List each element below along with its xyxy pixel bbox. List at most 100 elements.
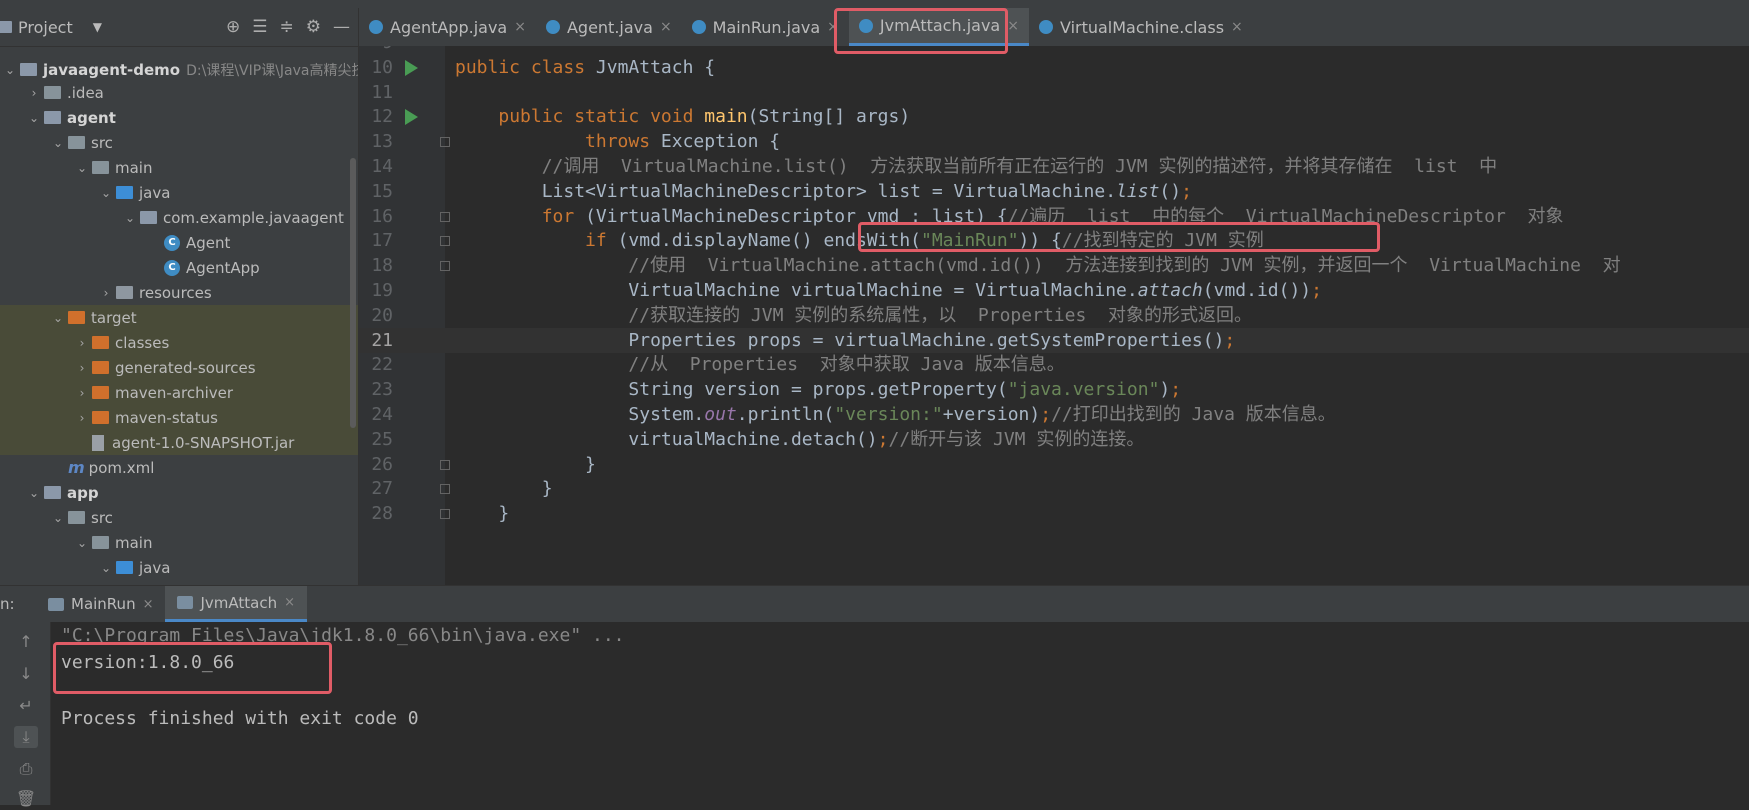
run-gutter-icon[interactable] — [405, 109, 418, 126]
run-config-icon — [48, 597, 64, 611]
chevron-down-icon[interactable]: ⌄ — [100, 186, 112, 200]
code-line[interactable]: 20 //获取连接的 JVM 实例的系统属性，以 Properties 对象的形… — [359, 303, 1749, 328]
fold-marker-icon[interactable] — [440, 236, 450, 247]
chevron-down-icon[interactable]: ⌄ — [52, 136, 64, 150]
code-line[interactable]: 27 } — [359, 476, 1749, 501]
minimize-icon[interactable]: — — [333, 17, 350, 37]
chevron-right-icon[interactable]: › — [100, 286, 112, 300]
chevron-right-icon[interactable]: › — [28, 86, 40, 100]
folder-icon — [92, 536, 109, 549]
code-line[interactable]: 26 } — [359, 452, 1749, 477]
tree-item[interactable]: C Agent — [0, 230, 230, 255]
code-line[interactable]: 24 System.out.println("version:"+version… — [359, 402, 1749, 427]
code-line[interactable]: 28 } — [359, 501, 1749, 526]
chevron-right-icon[interactable]: › — [76, 411, 88, 425]
tree-item[interactable]: › resources — [0, 280, 212, 305]
chevron-down-icon[interactable]: ⌄ — [52, 511, 64, 525]
code-line[interactable]: 15 List<VirtualMachineDescriptor> list =… — [359, 179, 1749, 204]
code-line[interactable]: 22 //从 Properties 对象中获取 Java 版本信息。 — [359, 352, 1749, 377]
fold-marker-icon[interactable] — [440, 261, 450, 272]
chevron-down-icon[interactable]: ⌄ — [4, 63, 16, 77]
run-console[interactable]: ↑ ↓ ↵ ⤓ ⎙ 🗑 "C:\Program Files\Java\jdk1.… — [0, 622, 1749, 808]
fold-marker-icon[interactable] — [440, 459, 450, 470]
code-line[interactable]: 19 VirtualMachine virtualMachine = Virtu… — [359, 278, 1749, 303]
project-scrollbar[interactable] — [350, 158, 356, 428]
tree-item[interactable]: C AgentApp — [0, 255, 260, 280]
close-icon[interactable]: × — [1007, 18, 1019, 34]
scroll-to-end-icon[interactable]: ⤓ — [14, 726, 38, 748]
editor-tab[interactable]: Agent.java × — [536, 8, 682, 46]
chevron-down-icon[interactable]: ⌄ — [100, 561, 112, 575]
gear-icon[interactable]: ⚙ — [306, 17, 321, 37]
tree-item[interactable]: ⌄ java — [0, 555, 170, 580]
tree-item[interactable]: › maven-status — [0, 405, 358, 430]
project-path: D:\课程\VIP课\Java高精尖技术 — [186, 62, 358, 79]
editor-tab[interactable]: VirtualMachine.class × — [1029, 8, 1253, 46]
print-icon[interactable]: ⎙ — [14, 758, 38, 780]
target-icon[interactable]: ⊕ — [226, 17, 240, 37]
down-arrow-icon[interactable]: ↓ — [14, 663, 38, 685]
code-line[interactable]: 18 //使用 VirtualMachine.attach(vmd.id()) … — [359, 253, 1749, 278]
line-number: 20 — [371, 304, 393, 326]
fold-marker-icon[interactable] — [440, 484, 450, 495]
run-tab[interactable]: MainRun × — [36, 586, 165, 622]
line-number: 16 — [371, 205, 393, 227]
code-line[interactable]: 13 throws Exception { — [359, 129, 1749, 154]
tree-item[interactable]: ⌄ target — [0, 305, 358, 330]
chevron-down-icon[interactable]: ⌄ — [124, 211, 136, 225]
tree-item[interactable]: ⌄ java — [0, 180, 170, 205]
close-icon[interactable]: × — [1231, 19, 1243, 35]
project-view-selector[interactable]: Project ▼ — [0, 18, 102, 37]
code-text: public class JvmAttach { — [455, 56, 716, 78]
chevron-down-icon[interactable]: ⌄ — [76, 161, 88, 175]
code-line[interactable]: 14 //调用 VirtualMachine.list() 方法获取当前所有正在… — [359, 154, 1749, 179]
run-gutter-icon[interactable] — [405, 59, 418, 76]
tree-item[interactable]: › maven-archiver — [0, 380, 358, 405]
code-editor[interactable]: 910public class JvmAttach {1112 public s… — [359, 46, 1749, 585]
collapse-all-icon[interactable]: ≑ — [280, 17, 294, 37]
fold-marker-icon[interactable] — [440, 509, 450, 520]
tree-item[interactable]: › .idea — [0, 80, 104, 105]
close-icon[interactable]: × — [660, 19, 672, 35]
tree-item[interactable]: agent-1.0-SNAPSHOT.jar — [0, 430, 358, 455]
tree-item[interactable]: ⌄ com.example.javaagent — [0, 205, 344, 230]
close-icon[interactable]: × — [514, 19, 526, 35]
chevron-right-icon[interactable]: › — [76, 386, 88, 400]
code-line[interactable]: 10 public class JvmAttach { — [359, 55, 1749, 80]
run-tab[interactable]: JvmAttach × — [165, 586, 308, 622]
chevron-down-icon[interactable]: ⌄ — [52, 311, 64, 325]
tree-item[interactable]: ⌄ src — [0, 130, 113, 155]
expand-all-icon[interactable]: ☰ — [252, 17, 267, 37]
chevron-right-icon[interactable]: › — [76, 336, 88, 350]
code-line[interactable]: 21 Properties props = virtualMachine.get… — [359, 327, 1749, 353]
code-line[interactable]: 23 String version = props.getProperty("j… — [359, 377, 1749, 402]
tree-item[interactable]: ⌄ src — [0, 505, 113, 530]
code-text: //使用 VirtualMachine.attach(vmd.id()) 方法连… — [628, 255, 1621, 277]
chevron-down-icon[interactable]: ⌄ — [28, 111, 40, 125]
code-line[interactable]: 25 virtualMachine.detach();//断开与该 JVM 实例… — [359, 427, 1749, 452]
tree-item[interactable]: ⌄ agent — [0, 105, 116, 130]
editor-tab[interactable]: MainRun.java × — [682, 8, 849, 46]
close-icon[interactable]: × — [284, 595, 295, 610]
chevron-down-icon[interactable]: ▼ — [93, 20, 102, 34]
tree-item[interactable]: ⌄ main — [0, 530, 153, 555]
tree-item[interactable]: ⌄ main — [0, 155, 153, 180]
fold-marker-icon[interactable] — [440, 137, 450, 148]
code-line[interactable]: 12 public static void main(String[] args… — [359, 104, 1749, 129]
chevron-down-icon[interactable]: ⌄ — [76, 536, 88, 550]
chevron-right-icon[interactable]: › — [76, 361, 88, 375]
tree-item[interactable]: ⌄ javaagent-demo D:\课程\VIP课\Java高精尖技术 — [0, 57, 358, 82]
trash-icon[interactable]: 🗑 — [14, 788, 38, 810]
soft-wrap-icon[interactable]: ↵ — [14, 695, 38, 717]
up-arrow-icon[interactable]: ↑ — [14, 631, 38, 653]
chevron-down-icon[interactable]: ⌄ — [28, 486, 40, 500]
code-line[interactable]: 9 — [359, 46, 1749, 55]
tree-item[interactable]: ⌄ app — [0, 480, 99, 505]
fold-marker-icon[interactable] — [440, 211, 450, 222]
tree-item[interactable]: › classes — [0, 330, 358, 355]
editor-tab[interactable]: AgentApp.java × — [359, 8, 536, 46]
tree-item[interactable]: › generated-sources — [0, 355, 358, 380]
tree-item[interactable]: m pom.xml — [0, 455, 154, 480]
code-line[interactable]: 11 — [359, 80, 1749, 105]
close-icon[interactable]: × — [143, 597, 154, 612]
